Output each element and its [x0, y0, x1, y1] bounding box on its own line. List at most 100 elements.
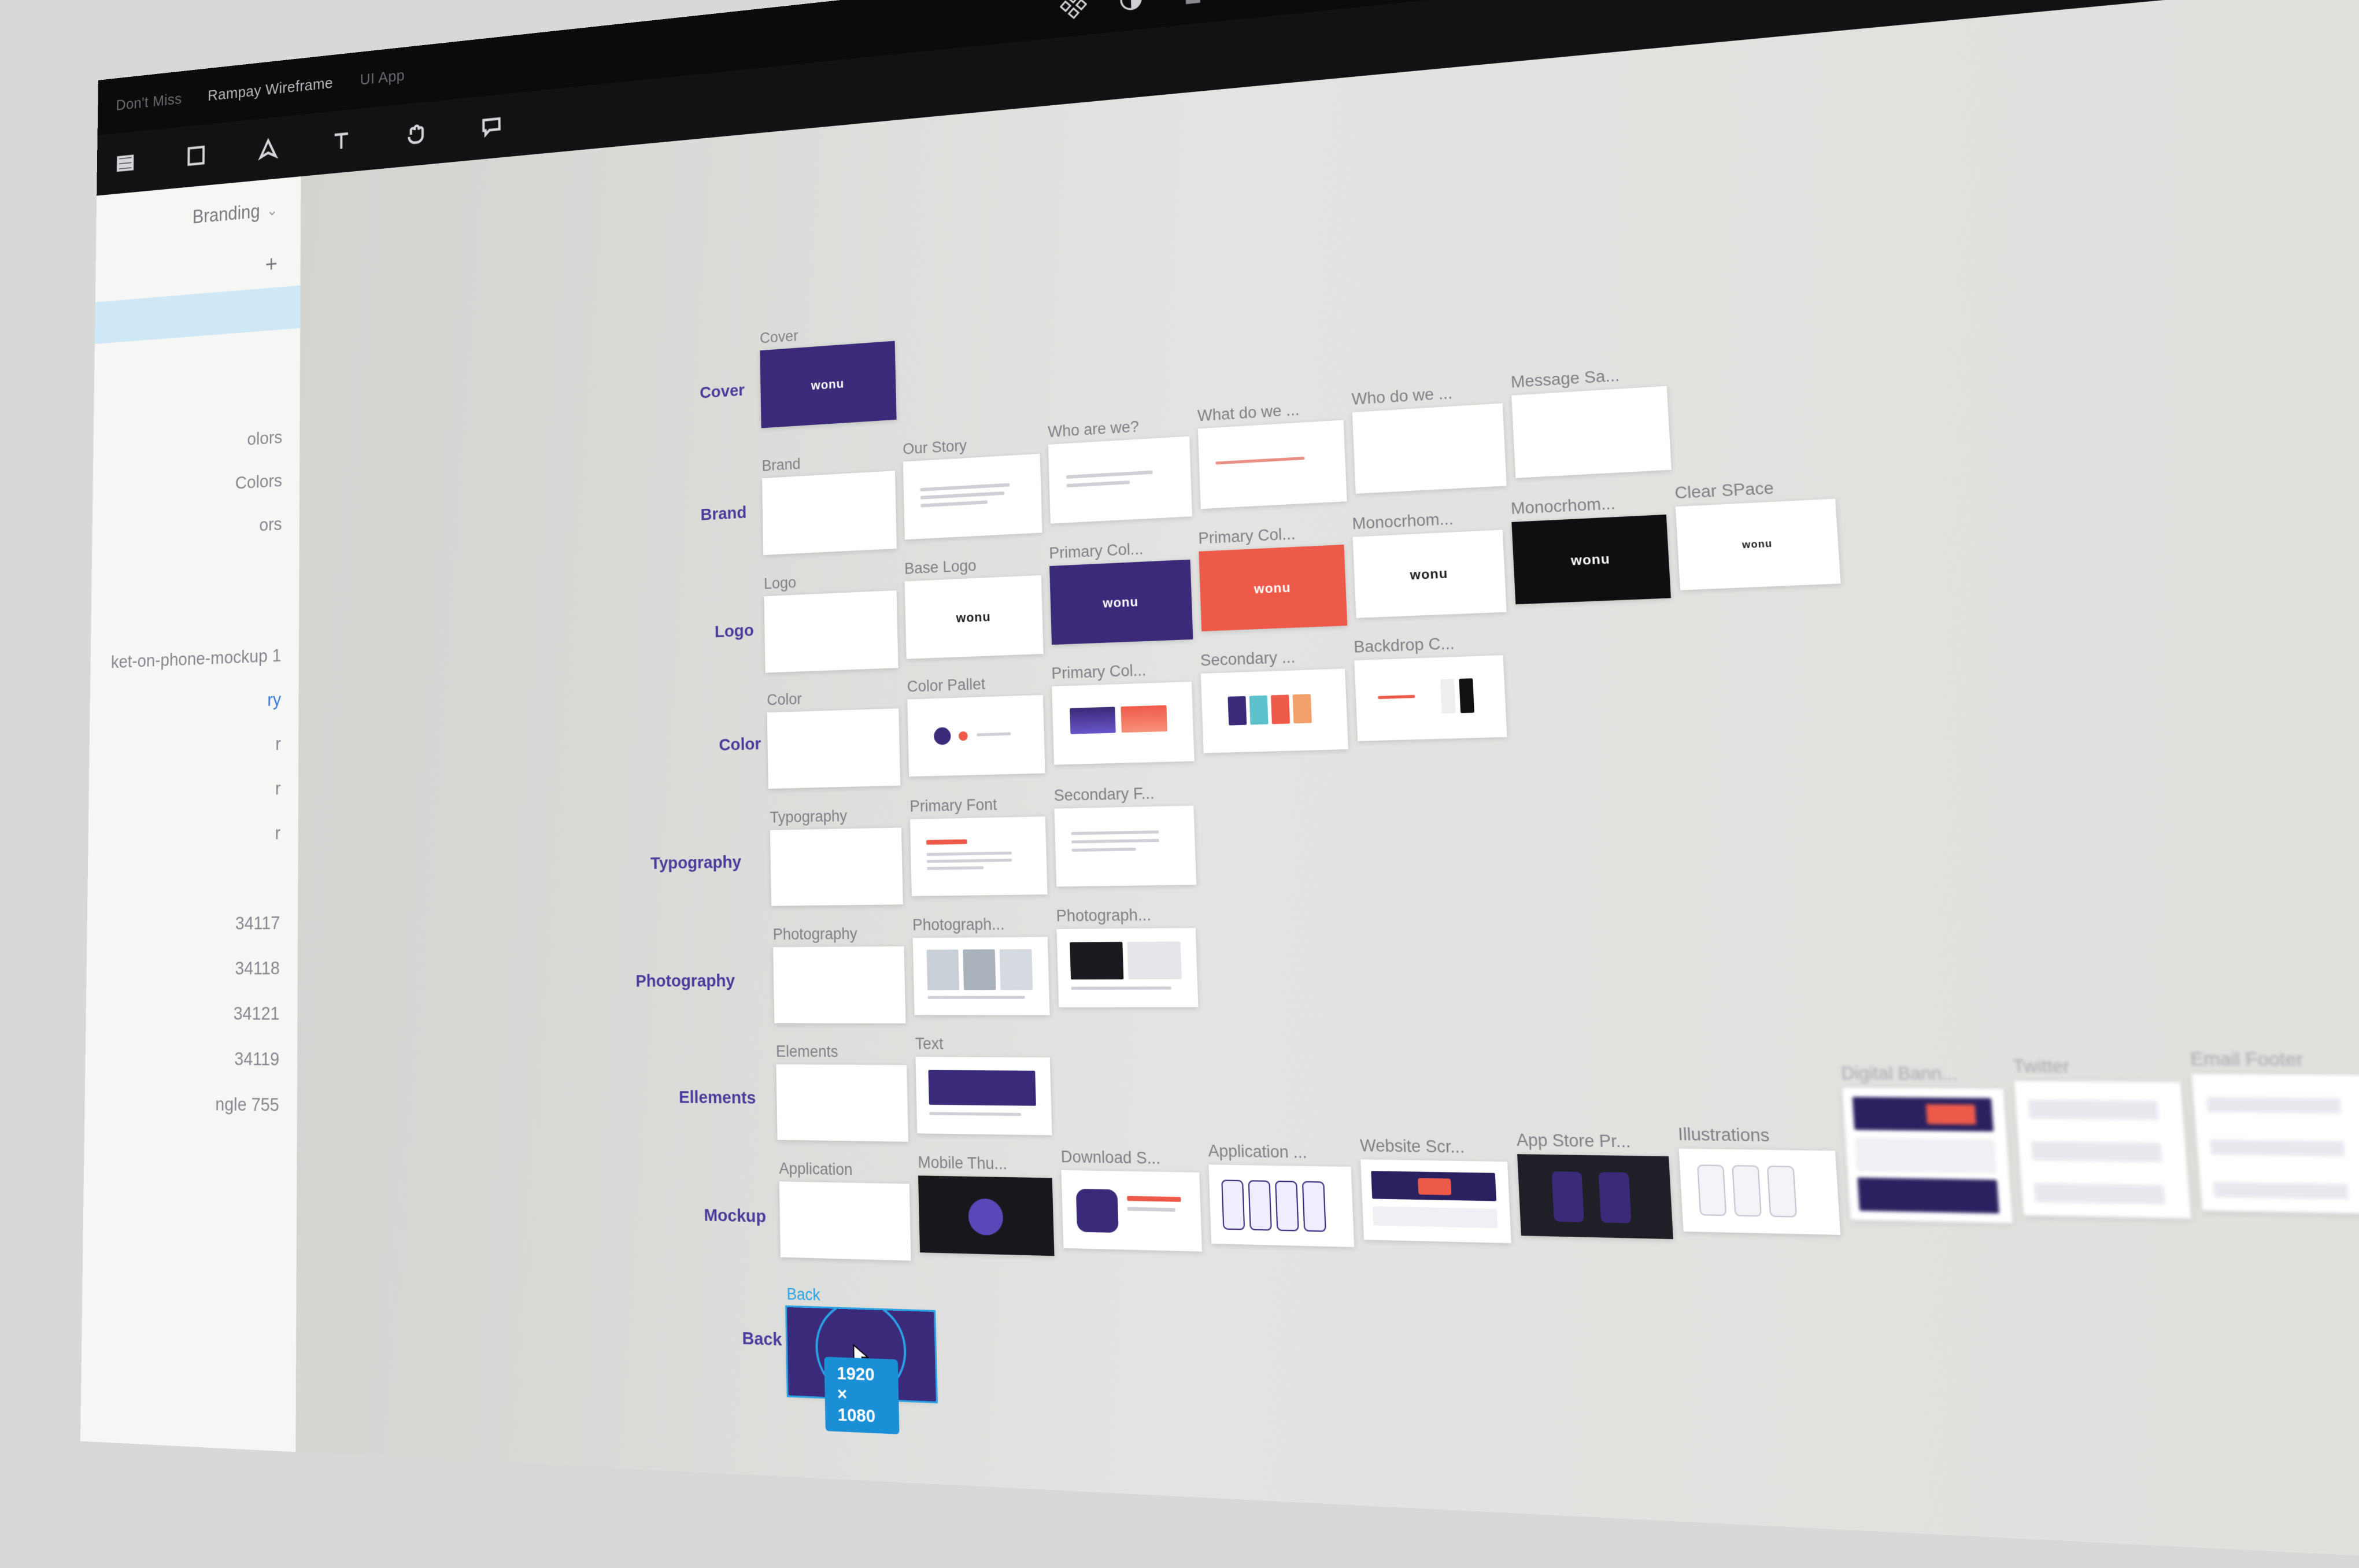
frame-primary-font[interactable]: Primary Font [909, 794, 1048, 896]
frame-title: Color [767, 687, 899, 709]
frame-elements[interactable]: Elements [776, 1042, 908, 1142]
hand-tool[interactable] [400, 116, 431, 153]
frame-title: Text [915, 1035, 1049, 1054]
layer-row[interactable]: r [89, 721, 298, 771]
frame-back[interactable]: Back 1920 × 1080 [786, 1285, 936, 1401]
frame-color-pallet[interactable]: Color Pallet [907, 673, 1045, 776]
frame-brand[interactable]: Brand [761, 450, 896, 555]
section-label-back: Back [672, 1326, 782, 1351]
frame-secondary-colors[interactable]: Secondary ... [1200, 646, 1348, 753]
layer-row[interactable]: r [88, 765, 298, 815]
frame-photography-2[interactable]: Photograph... [1056, 905, 1198, 1007]
frame-title: Application [779, 1159, 909, 1180]
frame-logo[interactable]: Logo [764, 569, 899, 672]
frame-photography[interactable]: Photography [773, 924, 906, 1023]
text-tool[interactable] [326, 123, 357, 159]
wordmark: wonu [811, 376, 845, 393]
frame-title: Website Scr... [1359, 1136, 1507, 1158]
frame-who-are-we[interactable]: Who are we? [1048, 415, 1192, 523]
frame-title: Backdrop C... [1354, 633, 1503, 657]
frame-cover[interactable]: Cover wonu [760, 320, 897, 428]
frame-title: Back [786, 1285, 934, 1308]
frame-app-store[interactable]: App Store Pr... [1516, 1130, 1673, 1239]
frame-secondary-font[interactable]: Secondary F... [1053, 783, 1196, 886]
canvas[interactable]: Cover Brand Logo Color Typography Photog… [296, 0, 2359, 1568]
frame-title: Mobile Thu... [918, 1153, 1052, 1174]
frame-application[interactable]: Application [779, 1159, 911, 1260]
frame-application-screens[interactable]: Application ... [1208, 1141, 1354, 1247]
layer-row[interactable]: 34119 [85, 1036, 297, 1082]
tab-dont-miss[interactable]: Don't Miss [116, 90, 182, 114]
wordmark: wonu [1742, 538, 1773, 551]
section-label-logo: Logo [648, 621, 754, 645]
selection-dimensions: 1920 × 1080 [824, 1357, 899, 1434]
frame-title: Primary Col... [1049, 538, 1190, 563]
wordmark: wonu [1410, 565, 1448, 583]
wordmark: wonu [1254, 580, 1291, 597]
pen-tool[interactable] [253, 131, 283, 167]
chevron-down-icon: ⌄ [267, 201, 278, 219]
layers-panel: Branding ⌄ + olors Colors ors ket-on-pho… [80, 176, 301, 1452]
frame-message[interactable]: Message Sa... [1510, 364, 1672, 478]
section-label-brand: Brand [641, 503, 747, 528]
layer-row[interactable]: r [88, 811, 298, 859]
frame-title: Primary Col... [1198, 523, 1344, 548]
frame-title: App Store Pr... [1516, 1130, 1669, 1152]
frame-title: Primary Font [909, 794, 1045, 816]
frame-photography-1[interactable]: Photograph... [912, 915, 1050, 1015]
frame-illustrations[interactable]: Illustrations [1677, 1125, 1840, 1235]
move-tool[interactable] [110, 145, 140, 180]
tab-ui-app[interactable]: UI App [360, 66, 405, 89]
frame-tool[interactable] [181, 138, 211, 173]
tab-rampay-wireframe[interactable]: Rampay Wireframe [208, 75, 333, 105]
frame-clear-space[interactable]: Clear SPace wonu [1674, 476, 1841, 590]
section-label-color: Color [654, 734, 761, 757]
frame-primary-colors[interactable]: Primary Col... [1051, 660, 1195, 765]
section-label-elements: Ellements [648, 1088, 756, 1108]
layers-icon[interactable] [1174, 0, 1204, 9]
layer-row[interactable]: 34117 [87, 900, 298, 947]
frame-title: Illustrations [1677, 1125, 1835, 1147]
frame-monochrome-light[interactable]: Monocrhom... wonu [1352, 508, 1507, 618]
wordmark: wonu [1570, 551, 1610, 569]
frame-title: Logo [764, 569, 897, 593]
frame-our-story[interactable]: Our Story [903, 432, 1042, 539]
comment-tool[interactable] [476, 108, 508, 145]
frame-digital-banner[interactable]: Digital Bann... [1841, 1063, 2013, 1223]
frame-title: Base Logo [904, 554, 1041, 578]
frame-who-do-we[interactable]: Who do we ... [1351, 381, 1507, 494]
frame-twitter[interactable]: Twitter [2012, 1056, 2191, 1219]
frame-backdrop-colors[interactable]: Backdrop C... [1354, 633, 1507, 741]
frame-primary-color-purple[interactable]: Primary Col...wonu [1049, 538, 1193, 645]
frame-color[interactable]: Color [767, 687, 900, 789]
frame-website-screens[interactable]: Website Scr... [1359, 1136, 1511, 1243]
frame-title: Elements [776, 1042, 907, 1062]
frame-what-do-we[interactable]: What do we ... [1197, 398, 1347, 509]
layer-row[interactable]: ngle 755 [84, 1081, 297, 1128]
contrast-icon[interactable] [1116, 0, 1146, 15]
frame-email-footer[interactable]: Email Footer [2190, 1049, 2359, 1214]
layer-row[interactable]: 34118 [86, 945, 298, 991]
section-label-mockup: Mockup [657, 1204, 766, 1227]
frame-title: Brand [761, 450, 894, 475]
layer-row[interactable]: ry [90, 677, 298, 728]
frame-title: Color Pallet [907, 673, 1042, 696]
layer-row[interactable]: 34121 [86, 991, 297, 1037]
frame-mobile-thumb[interactable]: Mobile Thu... [918, 1153, 1054, 1256]
frame-title: Clear SPace [1674, 476, 1835, 503]
section-label-photography: Photography [627, 971, 735, 992]
frame-base-logo[interactable]: Base Logo wonu [904, 554, 1044, 659]
layer-row[interactable]: ket-on-phone-mockup 1 [90, 633, 299, 685]
frame-monochrome-dark[interactable]: Monocrhom...wonu [1510, 492, 1671, 605]
frame-download-screen[interactable]: Download S... [1060, 1148, 1202, 1252]
frame-title: Typography [770, 806, 901, 827]
frame-title: Photograph... [1056, 905, 1195, 926]
frame-primary-color-coral[interactable]: Primary Col... wonu [1198, 523, 1347, 631]
frame-title: Monocrhom... [1352, 508, 1502, 534]
wordmark: wonu [956, 609, 990, 626]
section-label-cover: Cover [639, 381, 745, 407]
frame-typography[interactable]: Typography [770, 806, 903, 906]
component-icon[interactable] [1059, 0, 1088, 21]
frame-text[interactable]: Text [915, 1035, 1052, 1136]
layer-row[interactable] [87, 855, 298, 903]
